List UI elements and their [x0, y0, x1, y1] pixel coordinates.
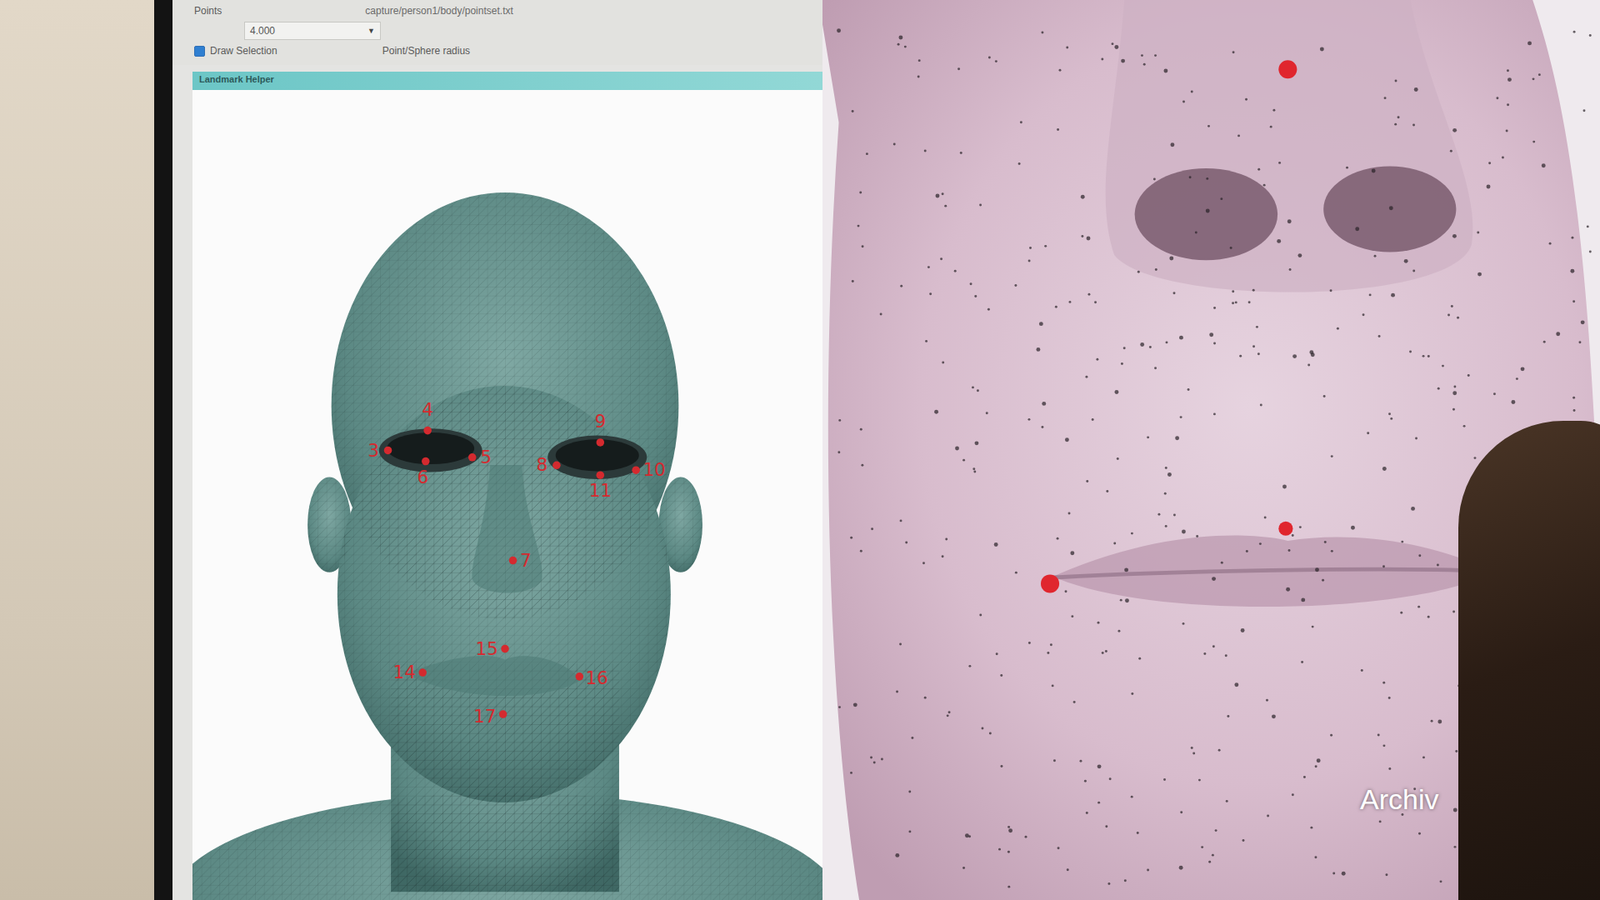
points-label: Points	[194, 5, 222, 17]
nose	[472, 465, 543, 593]
landmark[interactable]: 15	[475, 638, 509, 660]
head-model[interactable]: 4 3 5 6 9 8 10 11 7 15 14 16 17	[192, 90, 823, 900]
draw-selection-label: Draw Selection	[210, 45, 278, 57]
monitor: Points capture/person1/body/pointset.txt 4…	[154, 0, 1600, 900]
landmark-label: 9	[595, 410, 607, 432]
landmark-dot[interactable]	[384, 446, 393, 455]
eye-left	[379, 428, 483, 472]
photo-frame: Points capture/person1/body/pointset.txt 4…	[0, 0, 1600, 900]
landmark[interactable]: 6	[416, 457, 430, 488]
file-path: capture/person1/body/pointset.txt	[365, 5, 513, 17]
landmark-helper-view: 4 3 5 6 9 8 10 11 7 15 14 16 17	[192, 90, 823, 900]
draw-selection-checkbox[interactable]	[194, 45, 205, 57]
landmark-dot[interactable]	[500, 645, 510, 654]
nostril	[1323, 166, 1456, 253]
eye-right	[547, 435, 647, 480]
lips	[405, 655, 582, 696]
landmark-dot[interactable]	[596, 438, 605, 447]
landmark-label: 11	[589, 480, 612, 501]
marker-dot[interactable]	[1278, 521, 1293, 536]
screen: Points capture/person1/body/pointset.txt 4…	[172, 0, 1600, 900]
landmark[interactable]: 5	[468, 446, 492, 468]
landmark-dot[interactable]	[575, 672, 585, 681]
marker-dot[interactable]	[1278, 60, 1297, 79]
landmark[interactable]: 11	[589, 470, 612, 501]
landmark[interactable]: 4	[421, 399, 434, 435]
landmark[interactable]: 14	[393, 661, 427, 683]
landmark-label: 6	[416, 466, 429, 488]
nose-scan	[1105, 0, 1474, 293]
landmark-label: 15	[475, 638, 498, 660]
landmark-dot[interactable]	[423, 426, 432, 435]
landmark-dot[interactable]	[631, 465, 640, 475]
lips-scan	[1053, 535, 1493, 607]
landmark-dot[interactable]	[499, 710, 508, 719]
landmark-dot[interactable]	[596, 470, 605, 480]
landmark[interactable]: 10	[631, 459, 665, 480]
nostril	[1135, 168, 1278, 260]
landmark[interactable]: 7	[509, 550, 532, 571]
dropdown-icon[interactable]: ▼	[367, 26, 375, 35]
landmark[interactable]: 16	[575, 667, 609, 689]
toolbar: Points capture/person1/body/pointset.txt 4…	[172, 0, 823, 65]
wall	[0, 0, 155, 900]
landmark-dot[interactable]	[421, 457, 430, 466]
landmark-label: 5	[480, 446, 492, 468]
landmark-dot[interactable]	[509, 556, 518, 565]
landmark-label: 7	[520, 550, 532, 571]
landmark-dot[interactable]	[468, 453, 477, 462]
landmark-label: 10	[643, 459, 666, 480]
landmark-helper-title: Landmark Helper	[192, 71, 823, 90]
landmark[interactable]: 3	[367, 440, 392, 461]
radius-label: Point/Sphere radius	[382, 45, 470, 57]
landmark-label: 3	[367, 440, 380, 461]
landmark-dot[interactable]	[552, 461, 561, 470]
landmark-label: 4	[421, 399, 434, 420]
landmark[interactable]: 8	[536, 454, 561, 475]
landmark[interactable]: 17	[473, 705, 507, 727]
landmark[interactable]: 9	[595, 410, 607, 447]
radius-field[interactable]: 4.000▼	[244, 21, 381, 40]
left-pane: Points capture/person1/body/pointset.txt 4…	[172, 0, 823, 900]
person-head	[1458, 420, 1600, 900]
watermark: Archiv	[1360, 783, 1439, 816]
landmark-label: 16	[585, 667, 608, 689]
landmark-label: 17	[473, 705, 496, 727]
marker-dot[interactable]	[1040, 574, 1060, 593]
landmark-dot[interactable]	[418, 668, 427, 677]
landmark-label: 8	[536, 454, 549, 475]
landmark-label: 14	[393, 661, 416, 683]
